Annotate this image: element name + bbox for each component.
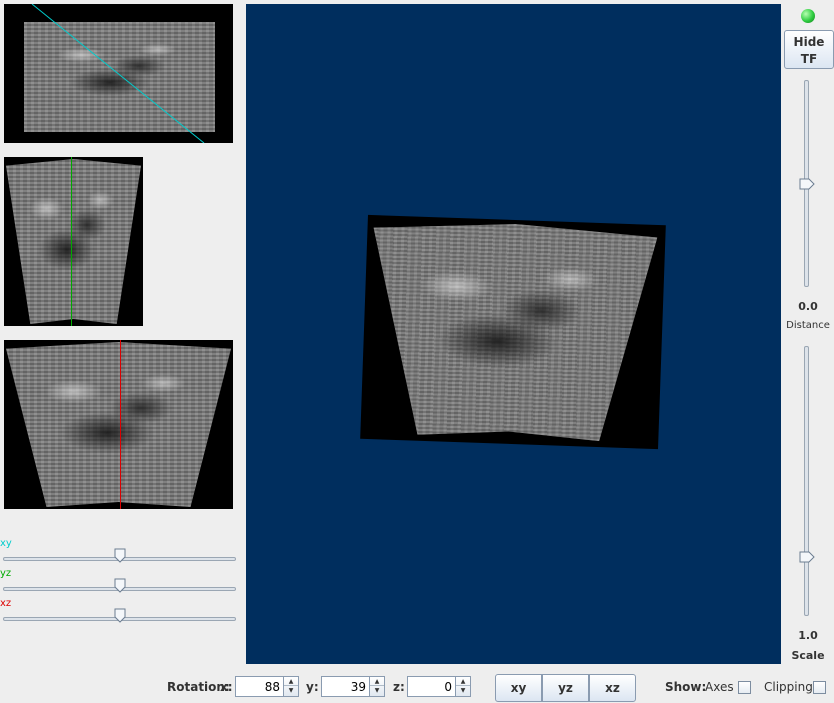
rendered-volume-frame [360, 214, 666, 450]
hide-tf-line2: TF [800, 51, 818, 66]
axes-label: Axes [705, 680, 734, 694]
xy-crosshair-line [31, 4, 205, 143]
rotation-z-label: z: [393, 680, 405, 694]
scale-value: 1.0 [798, 629, 818, 642]
yz-slice-view[interactable] [4, 157, 143, 326]
hide-tf-line1: Hide [793, 34, 825, 49]
scale-slider[interactable] [799, 346, 815, 616]
rotation-z-spinner[interactable]: ▲▼ [407, 676, 471, 697]
view-yz-button[interactable]: yz [542, 674, 589, 702]
yz-crosshair-line [71, 157, 72, 326]
rotation-y-spinner[interactable]: ▲▼ [321, 676, 385, 697]
view-xy-button[interactable]: xy [495, 674, 542, 702]
scale-slider-thumb[interactable] [799, 551, 815, 563]
xz-slice-view[interactable] [4, 340, 233, 509]
xz-slider[interactable] [3, 608, 236, 624]
volume-3d-viewport[interactable] [246, 4, 781, 664]
distance-label: Distance [786, 320, 830, 331]
xz-slice-image [6, 342, 231, 507]
scale-label: Scale [791, 649, 825, 662]
bottom-toolbar: Rotation: x: ▲▼ y: ▲▼ z: ▲▼ xy yz xz Sho… [0, 670, 834, 703]
rotation-y-spinner-arrows[interactable]: ▲ ▼ [369, 677, 384, 696]
distance-slider-thumb[interactable] [799, 178, 815, 190]
rotation-x-input[interactable] [236, 677, 283, 696]
xy-slice-view[interactable] [4, 4, 233, 143]
clipping-checkbox[interactable] [813, 681, 826, 694]
hide-tf-button[interactable]: Hide TF [784, 30, 834, 69]
xy-slider-thumb[interactable] [114, 548, 126, 563]
distance-value: 0.0 [798, 300, 818, 313]
axes-checkbox[interactable] [738, 681, 751, 694]
xz-crosshair-line [120, 340, 121, 509]
rotation-y-label: y: [306, 680, 319, 694]
rotation-y-input[interactable] [322, 677, 369, 696]
rotation-x-label: x: [220, 680, 233, 694]
clipping-label: Clipping [764, 680, 813, 694]
view-xz-button[interactable]: xz [589, 674, 636, 702]
yz-slice-image [6, 159, 141, 324]
rendered-volume-image [366, 219, 657, 443]
distance-slider[interactable] [799, 80, 815, 287]
rotation-z-input[interactable] [408, 677, 455, 696]
rotation-z-spinner-arrows[interactable]: ▲ ▼ [455, 677, 470, 696]
rotation-x-spinner-arrows[interactable]: ▲ ▼ [283, 677, 298, 696]
status-indicator-icon [801, 9, 815, 23]
show-label: Show: [665, 680, 707, 694]
xz-slider-thumb[interactable] [114, 608, 126, 623]
yz-slider[interactable] [3, 578, 236, 594]
xy-slider[interactable] [3, 548, 236, 564]
rotation-x-spinner[interactable]: ▲▼ [235, 676, 299, 697]
yz-slider-thumb[interactable] [114, 578, 126, 593]
